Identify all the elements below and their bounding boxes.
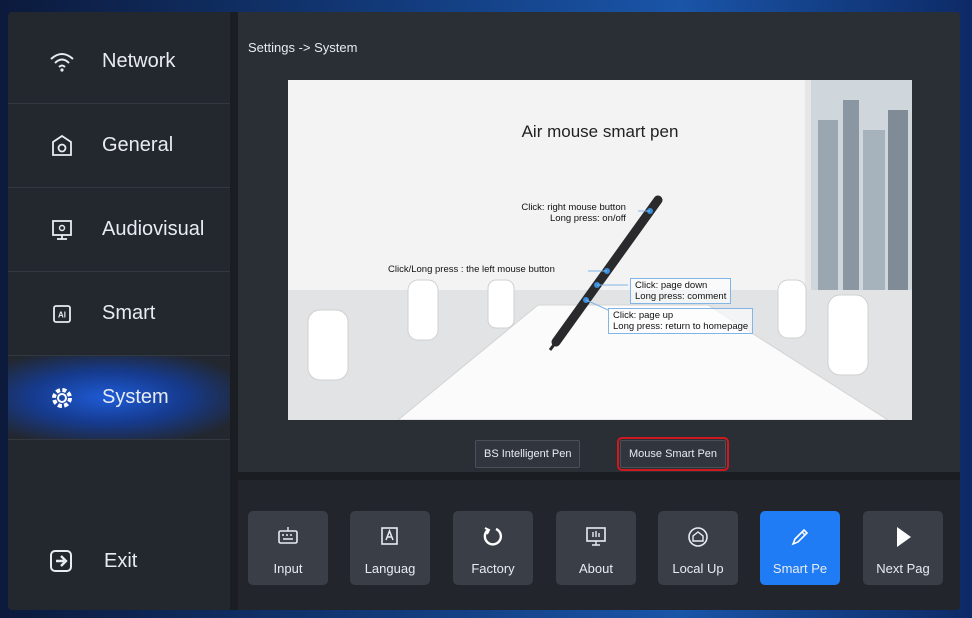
- exit-label: Exit: [104, 549, 138, 572]
- toolbar-label: Input: [273, 561, 303, 576]
- local-upgrade-icon: [658, 525, 738, 549]
- toolbar-input-button[interactable]: Input: [248, 511, 328, 585]
- about-monitor-icon: [556, 525, 636, 549]
- sidebar-item-system[interactable]: System: [8, 356, 230, 440]
- play-next-icon: [863, 525, 943, 549]
- breadcrumb: Settings -> System: [248, 40, 358, 55]
- general-settings-icon: [48, 132, 76, 160]
- svg-text:AI: AI: [58, 310, 66, 319]
- settings-window: Network General Audiovisual AI Smart Sys…: [8, 12, 960, 610]
- toolbar-label: Smart Pe: [772, 561, 828, 576]
- wifi-icon: [48, 48, 76, 76]
- toolbar-label: Next Pag: [876, 561, 930, 576]
- toolbar-about-button[interactable]: About: [556, 511, 636, 585]
- illustration-title: Air mouse smart pen: [521, 122, 679, 141]
- sidebar-item-network[interactable]: Network: [8, 20, 230, 104]
- toolbar-label: Factory: [471, 561, 515, 576]
- system-gear-icon: [48, 384, 76, 412]
- exit-icon: [48, 547, 76, 575]
- toolbar-factory-button[interactable]: Factory: [453, 511, 533, 585]
- callout-top-button: Click: right mouse button Long press: on…: [521, 202, 626, 224]
- sidebar-item-label: Network: [102, 50, 176, 72]
- sidebar-item-label: General: [102, 134, 174, 156]
- mouse-smart-pen-button[interactable]: Mouse Smart Pen: [616, 437, 730, 471]
- toolbar-label: About: [579, 561, 613, 576]
- bs-intelligent-pen-button[interactable]: BS Intelligent Pen: [475, 440, 581, 468]
- callout-page-up: Click: page up Long press: return to hom…: [608, 308, 754, 334]
- callout-left-button: Click/Long press : the left mouse button: [388, 264, 555, 275]
- toolbar-smart-pen-button[interactable]: Smart Pe: [760, 511, 840, 585]
- sidebar: Network General Audiovisual AI Smart Sys…: [8, 12, 230, 610]
- keyboard-icon: [248, 525, 328, 549]
- sidebar-item-smart[interactable]: AI Smart: [8, 272, 230, 356]
- exit-button[interactable]: Exit: [8, 516, 230, 606]
- audiovisual-icon: [48, 216, 76, 244]
- main-panel: Settings -> System Air mouse smart pen C…: [238, 12, 960, 472]
- ai-chip-icon: AI: [48, 300, 76, 328]
- sidebar-item-label: Audiovisual: [102, 218, 205, 240]
- sidebar-item-general[interactable]: General: [8, 104, 230, 188]
- language-icon: [350, 525, 430, 549]
- callout-page-down: Click: page down Long press: comment: [630, 278, 732, 304]
- toolbar-local-upgrade-button[interactable]: Local Up: [658, 511, 738, 585]
- toolbar-label: Languag: [364, 561, 416, 576]
- reset-icon: [453, 525, 533, 549]
- sidebar-item-audiovisual[interactable]: Audiovisual: [8, 188, 230, 272]
- bottom-toolbar: Input Languag Factory About Local Up Sma…: [238, 480, 960, 610]
- toolbar-label: Local Up: [672, 561, 724, 576]
- pen-icon: [760, 525, 840, 549]
- toolbar-language-button[interactable]: Languag: [350, 511, 430, 585]
- smart-pen-illustration: Air mouse smart pen Click: right mouse b…: [288, 80, 912, 420]
- toolbar-next-page-button[interactable]: Next Pag: [863, 511, 943, 585]
- sidebar-item-label: Smart: [102, 302, 156, 324]
- sidebar-item-label: System: [102, 386, 169, 408]
